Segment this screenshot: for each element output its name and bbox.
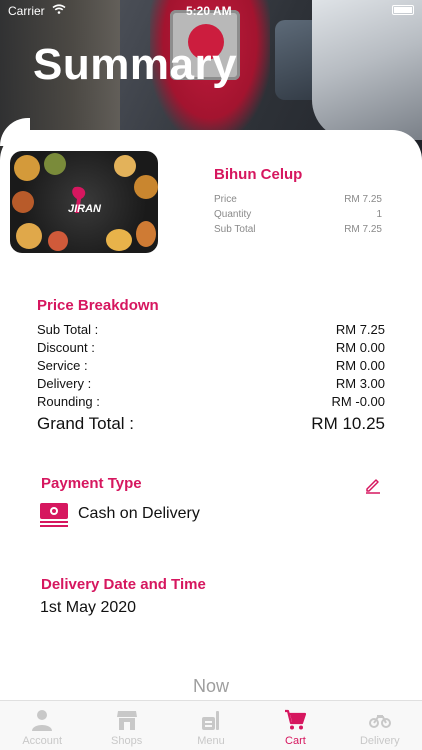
product-image: JIRAN	[10, 151, 158, 253]
page-title: Summary	[33, 40, 238, 89]
breakdown-service-row: Service : RM 0.00	[37, 358, 385, 373]
tab-cart[interactable]: Cart	[253, 701, 337, 750]
tab-menu[interactable]: Menu	[169, 701, 253, 750]
tab-label: Account	[22, 735, 63, 747]
breakdown-delivery-row: Delivery : RM 3.00	[37, 376, 385, 391]
tab-label: Delivery	[359, 735, 400, 747]
delivery-datetime-value[interactable]: 1st May 2020	[40, 599, 136, 617]
grand-total-row: Grand Total : RM 10.25	[37, 414, 385, 434]
tab-label: Shops	[111, 735, 143, 747]
status-time: 5:20 AM	[186, 4, 232, 18]
status-bar: Carrier 5:20 AM	[0, 0, 422, 20]
product-row-label: Sub Total	[214, 224, 256, 235]
breakdown-label: Discount :	[37, 340, 95, 355]
breakdown-label: Service :	[37, 358, 88, 373]
product-row-label: Quantity	[214, 209, 252, 220]
breakdown-value: RM 0.00	[335, 358, 385, 373]
payment-type-value: Cash on Delivery	[78, 505, 200, 522]
product-name: Bihun Celup	[214, 166, 303, 183]
breakdown-value: RM -0.00	[331, 394, 385, 409]
product-price-row: Price RM 7.25	[214, 194, 382, 205]
breakdown-discount-row: Discount : RM 0.00	[37, 340, 385, 355]
product-row-value: RM 7.25	[344, 224, 382, 235]
carrier-label: Carrier	[8, 4, 45, 18]
breakdown-rounding-row: Rounding : RM -0.00	[37, 394, 385, 409]
product-row-label: Price	[214, 194, 237, 205]
tab-account[interactable]: Account	[0, 701, 84, 750]
product-subtotal-row: Sub Total RM 7.25	[214, 224, 382, 235]
breakdown-value: RM 3.00	[335, 376, 385, 391]
cash-icon	[40, 503, 68, 527]
grand-total-value: RM 10.25	[311, 414, 385, 433]
wifi-icon	[52, 4, 66, 14]
tab-label: Cart	[285, 735, 306, 747]
person-icon	[32, 710, 53, 731]
battery-icon	[392, 5, 414, 15]
motorcycle-icon	[368, 715, 391, 728]
breakdown-subtotal-row: Sub Total : RM 7.25	[37, 322, 385, 337]
breakdown-label: Sub Total :	[37, 322, 99, 337]
breakdown-label: Rounding :	[37, 394, 100, 409]
tab-bar: Account Shops Menu Cart Delivery	[0, 700, 422, 750]
menu-icon	[202, 711, 220, 730]
now-button[interactable]: Now	[0, 676, 422, 697]
store-icon	[116, 711, 137, 730]
delivery-datetime-title: Delivery Date and Time	[41, 576, 206, 593]
product-quantity-row: Quantity 1	[214, 209, 382, 220]
shop-logo-text: JIRAN	[68, 203, 102, 215]
breakdown-value: RM 0.00	[335, 340, 385, 355]
price-breakdown-title: Price Breakdown	[37, 297, 159, 314]
tab-delivery[interactable]: Delivery	[338, 701, 422, 750]
breakdown-label: Delivery :	[37, 376, 92, 391]
cart-icon	[285, 709, 307, 730]
breakdown-value: RM 7.25	[335, 322, 385, 337]
product-row-value: 1	[376, 209, 382, 220]
grand-total-label: Grand Total :	[37, 414, 135, 433]
product-row-value: RM 7.25	[344, 194, 382, 205]
tab-label: Menu	[197, 735, 225, 747]
payment-type-title: Payment Type	[41, 475, 142, 492]
tab-shops[interactable]: Shops	[84, 701, 168, 750]
edit-payment-icon[interactable]	[364, 476, 382, 494]
